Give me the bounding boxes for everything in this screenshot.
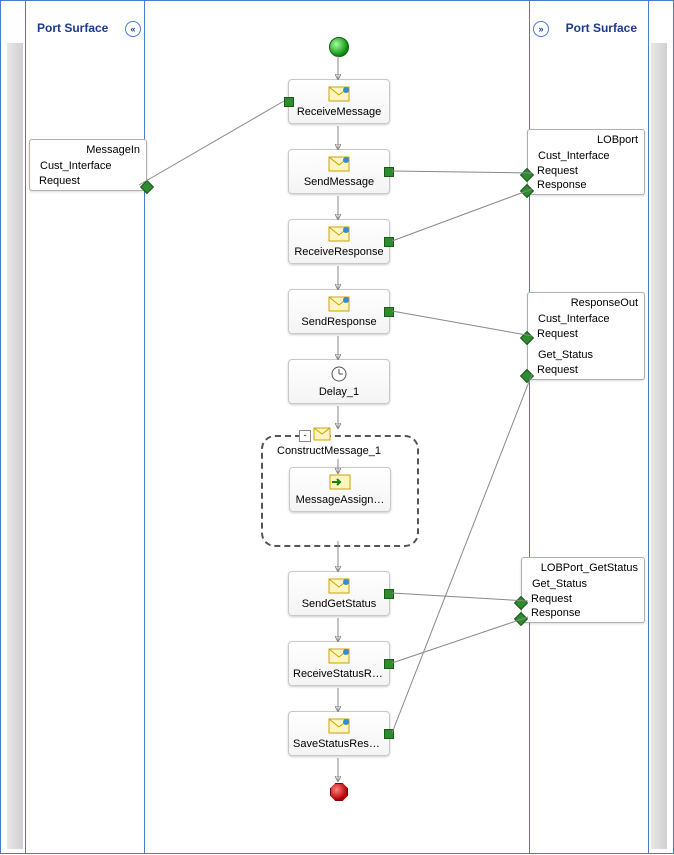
shape-connector-icon[interactable]: [384, 167, 394, 177]
shape-label: ReceiveStatusRe…: [289, 666, 389, 685]
collapse-left-icon[interactable]: «: [125, 21, 141, 37]
port-row[interactable]: Request: [534, 363, 638, 377]
shape-receive-status-response[interactable]: ReceiveStatusRe…: [288, 641, 390, 686]
shape-receive-response[interactable]: ReceiveResponse: [288, 219, 390, 264]
guide-line: [144, 1, 145, 853]
end-node-icon[interactable]: [330, 783, 348, 801]
collapse-right-icon[interactable]: »: [533, 21, 549, 37]
shape-receive-message[interactable]: ReceiveMessage: [288, 79, 390, 124]
shape-connector-icon[interactable]: [384, 659, 394, 669]
port-row[interactable]: Response: [528, 606, 638, 620]
assign-icon: [290, 472, 390, 492]
shape-label: ReceiveResponse: [289, 244, 389, 263]
port-row[interactable]: Request: [534, 327, 638, 341]
port-operation: Cust_Interface: [36, 158, 140, 174]
port-title: MessageIn: [36, 144, 140, 158]
shape-delay[interactable]: Delay_1: [288, 359, 390, 404]
port-connector-icon[interactable]: [140, 180, 154, 194]
shape-connector-icon[interactable]: [384, 589, 394, 599]
port-responseout[interactable]: ResponseOut Cust_Interface Request Get_S…: [527, 292, 645, 380]
shape-label: SaveStatusResp…: [289, 736, 389, 755]
guide-line: [25, 1, 26, 853]
shape-message-assignment[interactable]: MessageAssign…: [289, 467, 391, 512]
shape-send-get-status[interactable]: SendGetStatus: [288, 571, 390, 616]
shape-connector-icon[interactable]: [384, 307, 394, 317]
left-port-surface-label: Port Surface: [37, 21, 108, 35]
port-row-label: Request: [537, 165, 578, 177]
port-title: LOBport: [534, 134, 638, 148]
shape-send-response[interactable]: SendResponse: [288, 289, 390, 334]
receive-icon: [289, 224, 389, 244]
shape-label: SendResponse: [289, 314, 389, 333]
port-connector-icon[interactable]: [520, 168, 534, 182]
send-icon: [289, 576, 389, 596]
port-connector-icon[interactable]: [520, 369, 534, 383]
shape-connector-icon[interactable]: [384, 237, 394, 247]
right-port-surface-label: Port Surface: [566, 21, 637, 35]
orchestration-canvas: Port Surface Port Surface « » MessageIn …: [0, 0, 674, 854]
port-connector-icon[interactable]: [514, 596, 528, 610]
clock-icon: [289, 364, 389, 384]
send-icon: [289, 154, 389, 174]
send-icon: [289, 294, 389, 314]
receive-icon: [289, 84, 389, 104]
shape-label: Delay_1: [289, 384, 389, 403]
send-icon: [289, 716, 389, 736]
port-row-label: Response: [537, 179, 587, 191]
shape-construct-message[interactable]: - ConstructMessage_1 MessageAssign…: [261, 435, 419, 547]
shape-save-status-response[interactable]: SaveStatusResp…: [288, 711, 390, 756]
port-row[interactable]: Request: [534, 164, 638, 178]
port-lobport[interactable]: LOBport Cust_Interface Request Response: [527, 129, 645, 195]
port-title: LOBPort_GetStatus: [528, 562, 638, 576]
port-operation: Get_Status: [534, 347, 638, 363]
shape-connector-icon[interactable]: [384, 729, 394, 739]
left-port-strip: [7, 43, 23, 849]
shape-send-message[interactable]: SendMessage: [288, 149, 390, 194]
port-row-label: Request: [537, 364, 578, 376]
start-node-icon[interactable]: [329, 37, 349, 57]
shape-label: SendMessage: [289, 174, 389, 193]
shape-label: SendGetStatus: [289, 596, 389, 615]
shape-label: ConstructMessage_1: [273, 443, 407, 463]
port-row[interactable]: Response: [534, 178, 638, 192]
port-connector-icon[interactable]: [520, 331, 534, 345]
port-connector-icon[interactable]: [520, 184, 534, 198]
shape-connector-icon[interactable]: [284, 97, 294, 107]
envelope-icon: [313, 427, 331, 444]
port-connector-icon[interactable]: [514, 612, 528, 626]
shape-label: ReceiveMessage: [289, 104, 389, 123]
right-port-strip: [651, 43, 667, 849]
port-operation: Get_Status: [528, 576, 638, 592]
port-lobport-getstatus[interactable]: LOBPort_GetStatus Get_Status Request Res…: [521, 557, 645, 623]
guide-line: [648, 1, 649, 853]
port-row[interactable]: Request: [528, 592, 638, 606]
shape-label: MessageAssign…: [290, 492, 390, 511]
port-row-label: Request: [531, 593, 572, 605]
receive-icon: [289, 646, 389, 666]
port-title: ResponseOut: [534, 297, 638, 311]
port-row[interactable]: Request: [36, 174, 140, 188]
port-row-label: Request: [39, 175, 80, 187]
port-messagein[interactable]: MessageIn Cust_Interface Request: [29, 139, 147, 191]
collapse-toggle-icon[interactable]: -: [299, 430, 311, 442]
port-row-label: Response: [531, 607, 581, 619]
port-row-label: Request: [537, 328, 578, 340]
port-operation: Cust_Interface: [534, 148, 638, 164]
port-operation: Cust_Interface: [534, 311, 638, 327]
